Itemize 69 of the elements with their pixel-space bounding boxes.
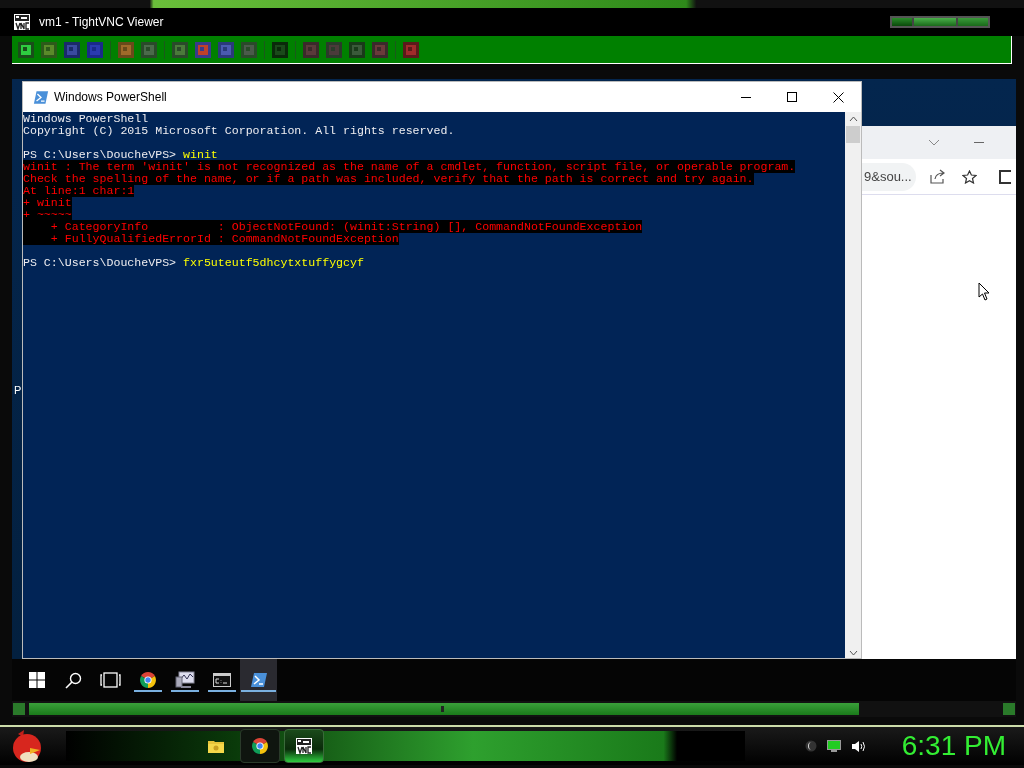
toolbar-button[interactable] [372,41,388,58]
taskbar-button[interactable] [240,659,277,701]
task-view-icon[interactable] [100,672,121,688]
clock-time: 6:31 PM [901,731,1006,761]
chevron-down-icon[interactable] [928,139,940,146]
console-text: Copyright (C) 2015 Microsoft Corporation. All rights reserved. [23,124,455,137]
mouse-cursor-icon [978,282,990,301]
moon-icon[interactable] [804,740,817,752]
scrollbar[interactable] [845,112,861,658]
powershell-icon[interactable] [249,672,268,688]
error-text: Check the spelling of the name, or if a path was included, verify that the path is correct and try again. [23,172,754,185]
toolbar-button[interactable] [272,41,288,58]
tool-icon [118,41,134,58]
share-icon[interactable] [929,169,946,184]
error-text: At line:1 char:1 [23,184,135,197]
console-command: winit [183,148,218,161]
console-prompt: PS C:\Users\DoucheVPS> [23,148,177,161]
monitor-icon[interactable] [826,740,841,752]
toolbar-button[interactable] [64,41,80,58]
tool-icon [372,41,388,58]
tool-icon [303,41,319,58]
star-icon[interactable] [961,169,977,184]
tool-icon [326,41,342,58]
tool-icon [172,41,188,58]
tool-icon [349,41,365,58]
minimize-icon[interactable] [974,141,984,144]
close-icon [832,91,844,103]
terminal-icon[interactable] [212,673,231,687]
toolbar-button[interactable] [349,41,365,58]
maximize-icon [787,92,797,102]
taskbar-button[interactable] [284,729,324,763]
tool-icon [272,41,288,58]
tool-icon [218,41,234,58]
scroll-down-icon[interactable] [848,650,858,656]
minimize-icon [741,96,751,98]
error-text: + CategoryInfo : ObjectNotFound: (winit:String) [], CommandNotFoundException [23,220,643,233]
scroll-thumb[interactable] [846,126,860,143]
console-command: fxr5uteutf5dhcytxtuffygcyf [183,256,364,269]
chrome-icon[interactable] [252,738,268,754]
tool-icon [41,41,57,58]
tool-icon [141,41,157,58]
search-icon[interactable] [65,671,82,689]
tool-icon [18,41,34,58]
console-text: Windows PowerShell [23,112,149,125]
window-title: vm1 - TightVNC Viewer [39,14,164,31]
tool-icon [195,41,211,58]
tool-icon [64,41,80,58]
window-title: Windows PowerShell [54,89,167,106]
chrome-icon[interactable] [139,672,156,688]
speaker-icon[interactable] [850,739,866,753]
toolbar-button[interactable] [403,41,419,58]
toolbar-button[interactable] [18,41,34,58]
tool-icon [241,41,257,58]
scroll-up-icon[interactable] [848,116,858,122]
address-bar-text[interactable]: 9&sou... [862,162,916,191]
horizontal-scrollbar[interactable] [12,701,1016,717]
tool-icon [403,41,419,58]
windows-start-icon[interactable] [28,672,45,688]
app-icon [14,14,30,30]
folder-icon [208,739,224,753]
console-prompt: PS C:\Users\DoucheVPS> [23,256,177,269]
powershell-icon [33,89,49,105]
error-text: + FullyQualifiedErrorId : CommandNotFoundException [23,232,399,245]
taskbar-button[interactable] [240,729,280,763]
desktop-text: P [14,383,22,398]
monitor-chart-icon[interactable] [174,671,195,689]
tool-icon [87,41,103,58]
vnc-logo-icon [296,738,312,754]
toolbar-button[interactable] [303,41,319,58]
